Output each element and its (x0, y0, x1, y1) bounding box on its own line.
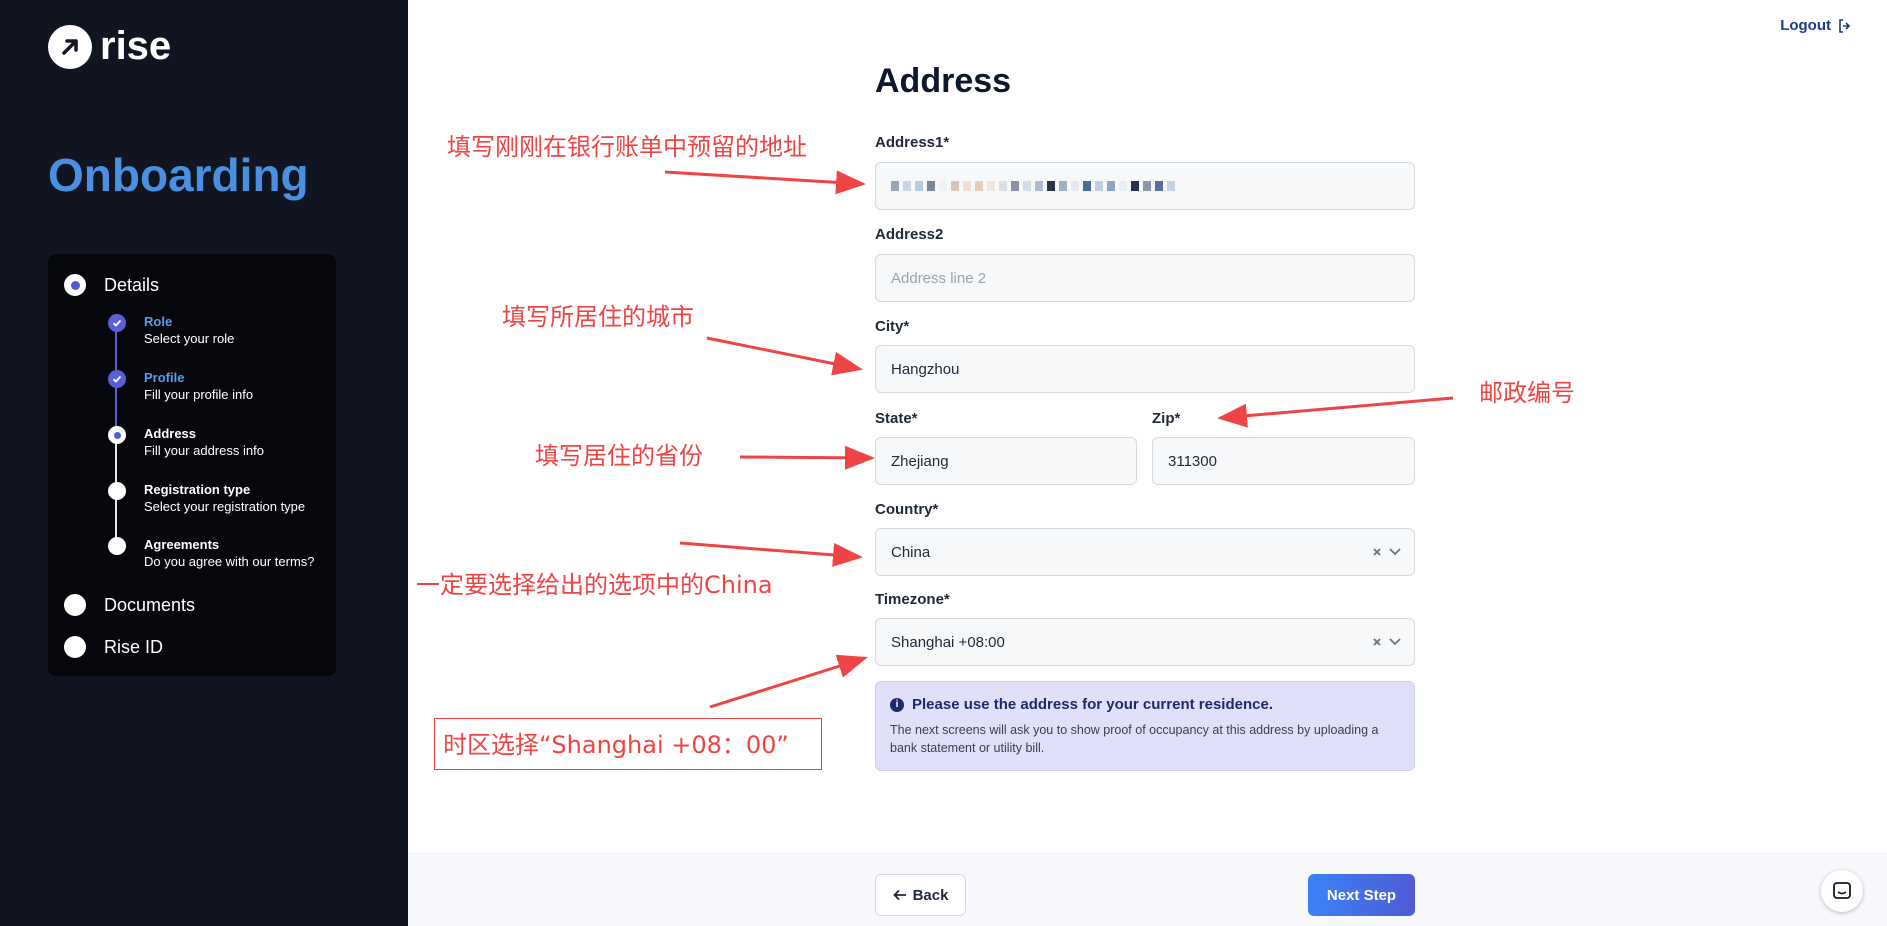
main-step-label: Documents (104, 594, 196, 615)
address2-field[interactable] (875, 254, 1415, 302)
blurred-address-value (891, 181, 1175, 191)
sub-step-title: Registration type (144, 482, 251, 497)
sub-step-profile[interactable]: Profile Fill your profile info (108, 370, 253, 404)
step-pending-icon (108, 482, 126, 500)
info-icon: i (890, 697, 904, 712)
chat-button[interactable] (1821, 870, 1863, 912)
step-current-icon (64, 274, 86, 296)
zip-value: 311300 (1168, 452, 1217, 470)
sidebar: rise Onboarding Details Role Select your… (0, 0, 408, 926)
check-icon (108, 314, 126, 332)
rise-logo[interactable]: rise (48, 24, 171, 69)
sub-step-registration-type[interactable]: Registration type Select your registrati… (108, 482, 305, 516)
annotation-country: 一定要选择给出的选项中的China (416, 571, 773, 599)
step-pending-icon (64, 636, 86, 658)
main-step-details[interactable]: Details (64, 274, 159, 296)
timezone-label: Timezone* (875, 591, 950, 608)
sub-step-agreements[interactable]: Agreements Do you agree with our terms? (108, 537, 315, 571)
zip-field[interactable]: 311300 (1152, 437, 1415, 485)
timezone-select[interactable]: Shanghai +08:00 (875, 618, 1415, 666)
check-icon (108, 370, 126, 388)
chevron-down-icon[interactable] (1388, 637, 1402, 647)
main-step-documents[interactable]: Documents (64, 594, 195, 616)
sub-step-title: Profile (144, 370, 185, 385)
clear-icon[interactable] (1372, 547, 1382, 557)
clear-icon[interactable] (1372, 637, 1382, 647)
annotation-zip: 邮政编号 (1479, 379, 1575, 407)
next-label: Next Step (1326, 886, 1397, 904)
annotation-city: 填写所居住的城市 (502, 303, 694, 331)
step-pending-icon (64, 594, 86, 616)
sub-step-title: Agreements (144, 537, 220, 552)
step-current-icon (108, 426, 126, 444)
sub-step-desc: Do you agree with our terms? (144, 554, 315, 569)
city-label: City* (875, 318, 910, 335)
country-label: Country* (875, 501, 939, 518)
sub-step-address[interactable]: Address Fill your address info (108, 426, 264, 460)
residence-notice: i Please use the address for your curren… (875, 681, 1415, 771)
sub-step-title: Role (144, 314, 173, 329)
logout-label: Logout (1780, 17, 1831, 34)
main-step-label: Details (104, 274, 160, 295)
country-select[interactable]: China (875, 528, 1415, 576)
logout-icon (1839, 18, 1851, 33)
city-value: Hangzhou (891, 360, 960, 378)
main-step-rise-id[interactable]: Rise ID (64, 636, 163, 658)
steps-panel: Details Role Select your role Profile Fi… (48, 254, 336, 676)
sub-step-desc: Fill your profile info (144, 387, 254, 402)
chevron-down-icon[interactable] (1388, 547, 1402, 557)
chat-icon (1833, 882, 1851, 899)
address2-input[interactable] (891, 269, 1399, 287)
address1-field[interactable] (875, 162, 1415, 210)
sub-step-desc: Select your registration type (144, 499, 306, 514)
back-button[interactable]: Back (875, 874, 966, 916)
page-title: Address (875, 62, 1012, 100)
state-value: Zhejiang (891, 452, 949, 470)
footer-bar (408, 852, 1887, 926)
annotation-state: 填写居住的省份 (535, 442, 703, 470)
sub-step-role[interactable]: Role Select your role (108, 314, 234, 348)
sub-step-desc: Select your role (144, 331, 235, 346)
state-label: State* (875, 410, 918, 427)
country-value: China (891, 543, 931, 561)
step-pending-icon (108, 537, 126, 555)
state-field[interactable]: Zhejiang (875, 437, 1137, 485)
zip-label: Zip* (1152, 410, 1181, 427)
annotation-timezone: 时区选择“Shanghai +08：00” (434, 718, 822, 770)
rise-logo-icon (48, 24, 92, 69)
address2-label: Address2 (875, 226, 944, 243)
next-step-button[interactable]: Next Step (1308, 874, 1415, 916)
main-step-label: Rise ID (104, 636, 164, 657)
address1-label: Address1* (875, 134, 950, 151)
annotation-address: 填写刚刚在银行账单中预留的地址 (447, 133, 807, 161)
notice-title: Please use the address for your current … (912, 696, 1273, 713)
notice-body: The next screens will ask you to show pr… (890, 723, 1379, 755)
city-field[interactable]: Hangzhou (875, 345, 1415, 393)
sub-step-desc: Fill your address info (144, 443, 264, 458)
back-label: Back (912, 886, 949, 904)
arrow-left-icon (892, 889, 906, 901)
logo-text: rise (100, 24, 172, 68)
onboarding-title: Onboarding (48, 149, 309, 201)
timezone-value: Shanghai +08:00 (891, 633, 1005, 651)
logout-button[interactable]: Logout (1780, 17, 1853, 34)
sub-step-title: Address (144, 426, 197, 441)
